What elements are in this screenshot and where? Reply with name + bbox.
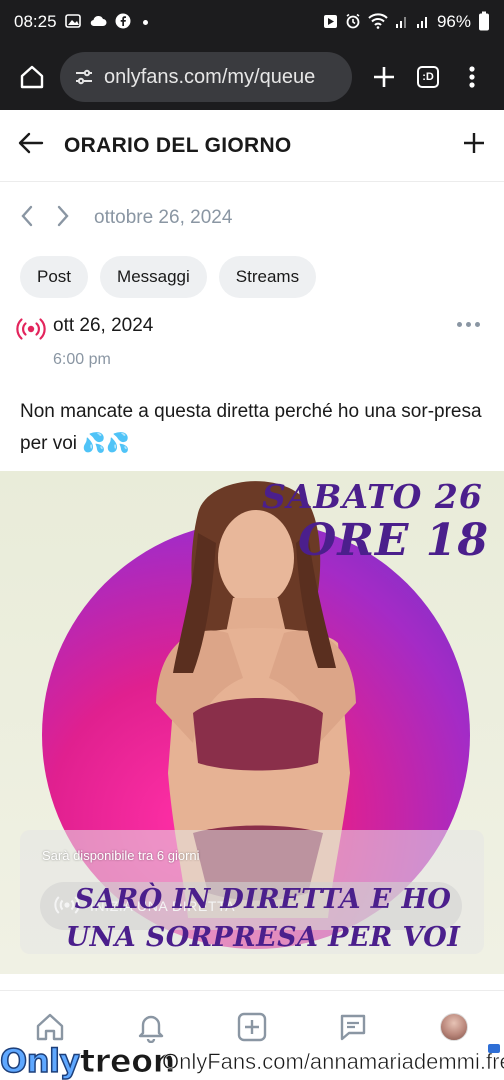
home-icon [37,1013,64,1041]
wifi-icon [368,13,388,31]
post-media[interactable]: SABATO 26 ORE 18 Sarà disponibile tra 6 … [0,471,504,974]
arrow-left-icon [18,132,44,154]
status-bar: 08:25 96% [0,0,504,44]
filter-streams[interactable]: Streams [218,256,317,298]
post-header: ott 26, 2024 [16,315,490,342]
nav-home[interactable] [30,1007,70,1047]
post-text: Non mancate a questa diretta perché ho u… [20,401,482,454]
cloud-icon [89,15,107,29]
signal-icon-1 [395,13,409,31]
watermark-logo: Only treon [0,1041,176,1080]
gallery-icon [64,14,81,30]
home-button[interactable] [10,55,54,99]
battery-level: 96% [436,12,471,31]
watermark-logo-treon: treon [79,1042,176,1080]
plus-icon [374,67,394,87]
nav-create[interactable] [232,1007,272,1047]
nav-notifications[interactable] [131,1007,171,1047]
notification-dot-icon [142,19,148,25]
post-date: ott 26, 2024 [53,315,154,336]
filter-post[interactable]: Post [20,256,89,298]
facebook-icon [115,13,131,31]
alarm-icon [345,13,361,31]
status-time: 08:25 [14,12,57,31]
signal-icon-2 [416,13,430,31]
filter-messaggi[interactable]: Messaggi [100,256,207,298]
site-settings-icon[interactable] [74,68,94,86]
live-stream-icon [16,318,46,340]
post-options-button[interactable] [457,322,480,327]
watermark-url: OnlyFans.com/annamariademmi.free [162,1049,504,1075]
date-navigation: ottobre 26, 2024 [20,196,232,240]
new-tab-button[interactable] [362,55,406,99]
next-day-button[interactable] [56,205,70,232]
back-button[interactable] [18,132,44,159]
add-button[interactable] [462,131,486,160]
bell-icon [138,1015,164,1043]
more-horizontal-icon [457,322,462,327]
page-header: ORARIO DEL GIORNO [0,110,504,182]
image-headline-top: SABATO 26 [262,477,483,516]
message-icon [340,1014,365,1041]
address-bar[interactable]: onlyfans.com/my/queue [60,52,352,102]
tab-switcher-button[interactable]: :D [406,55,450,99]
nav-profile[interactable] [434,1007,474,1047]
watermark-logo-only: Only [0,1041,81,1080]
browser-menu-button[interactable] [450,55,494,99]
image-headline-bottom: SARÒ IN DIRETTA E HO UNA SORPRESA PER VO… [65,884,461,953]
plus-icon [464,133,484,153]
home-icon [20,65,44,89]
image-headline-top-2: ORE 18 [298,515,489,566]
chevron-right-icon [57,205,69,226]
browser-toolbar: onlyfans.com/my/queue :D [0,44,504,110]
media-icon [323,14,338,31]
page-title: ORARIO DEL GIORNO [64,133,292,157]
tab-count-badge: :D [417,66,439,88]
watermark-flag-icon [488,1044,500,1053]
current-date: ottobre 26, 2024 [94,207,233,228]
add-square-icon [237,1012,267,1042]
filter-chips: Post Messaggi Streams [20,256,317,298]
availability-text: Sarà disponibile tra 6 giorni [42,848,200,863]
nav-messages[interactable] [333,1007,373,1047]
avatar [439,1013,468,1041]
previous-day-button[interactable] [20,205,34,232]
url-text: onlyfans.com/my/queue [104,65,316,88]
post-time: 6:00 pm [53,351,111,368]
chevron-left-icon [21,205,33,226]
more-vertical-icon [469,66,475,88]
battery-icon [478,11,490,33]
